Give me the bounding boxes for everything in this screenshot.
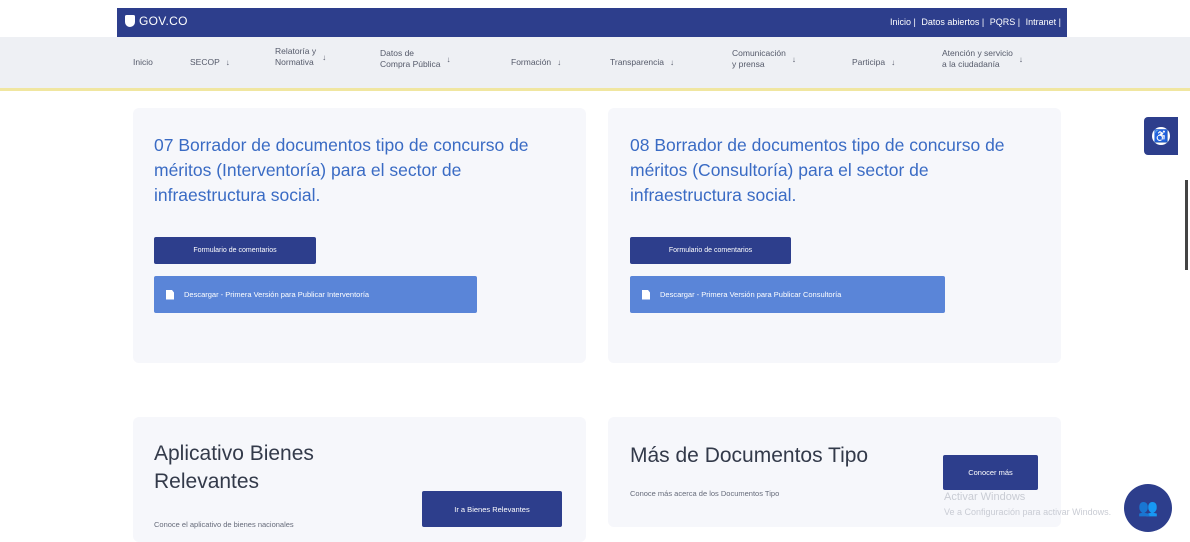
watermark-line1: Activar Windows — [944, 491, 1026, 503]
section-text: Conoce más acerca de los Documentos Tipo — [630, 489, 780, 498]
bienes-relevantes-button[interactable]: Ir a Bienes Relevantes — [422, 491, 562, 527]
nav-item-participa[interactable]: Participa ↓ — [852, 57, 895, 68]
nav-item-label: Atención y servicio a la ciudadanía — [942, 48, 1013, 69]
nav-item-datos-compra[interactable]: Datos de Compra Pública ↓ — [380, 48, 450, 70]
download-button-label: Descargar - Primera Versión para Publica… — [184, 290, 370, 299]
accessibility-button[interactable]: ♿ — [1144, 117, 1178, 155]
nav-item-label: Comunicación y prensa — [732, 48, 786, 69]
download-button-label: Descargar - Primera Versión para Publica… — [660, 290, 842, 299]
chevron-down-icon: ↓ — [891, 58, 896, 67]
govco-logo[interactable]: GOV.CO — [125, 14, 188, 28]
nav-item-formacion[interactable]: Formación ↓ — [511, 57, 561, 68]
nav-item-secop[interactable]: SECOP ↓ — [190, 57, 230, 68]
chevron-down-icon: ↓ — [322, 52, 327, 62]
chat-button[interactable]: 👥 — [1124, 484, 1172, 532]
top-link-inicio[interactable]: Inicio | — [890, 17, 916, 27]
people-icon: 👥 — [1138, 500, 1158, 517]
chevron-down-icon: ↓ — [225, 58, 230, 67]
nav-item-label: Transparencia — [610, 57, 665, 67]
document-card-08: 08 Borrador de documentos tipo de concur… — [608, 108, 1061, 363]
card-title[interactable]: 07 Borrador de documentos tipo de concur… — [154, 133, 564, 208]
nav-item-label: Formación — [511, 57, 552, 67]
conocer-mas-button[interactable]: Conocer más — [943, 455, 1038, 490]
section-text: Conoce el aplicativo de bienes nacionale… — [154, 520, 294, 529]
top-link-pqrs[interactable]: PQRS | — [990, 17, 1020, 27]
nav-item-label: Participa — [852, 57, 886, 67]
nav-item-label: Relatoría y Normativa — [275, 46, 317, 67]
top-bar: GOV.CO Inicio | Datos abiertos | PQRS | … — [117, 8, 1067, 37]
section-title: Aplicativo Bienes Relevantes — [154, 442, 314, 493]
chevron-down-icon: ↓ — [670, 58, 675, 67]
document-icon — [642, 289, 650, 300]
chevron-down-icon: ↓ — [446, 54, 451, 64]
nav-item-label: SECOP — [190, 57, 220, 67]
top-links: Inicio | Datos abiertos | PQRS | Intrane… — [887, 17, 1061, 27]
nav-item-atencion[interactable]: Atención y servicio a la ciudadanía ↓ — [942, 48, 1023, 70]
nav-item-label: Inicio — [133, 57, 153, 67]
comment-form-button[interactable]: Formulario de comentarios — [630, 237, 791, 264]
accessibility-icon: ♿ — [1152, 127, 1170, 145]
card-title[interactable]: 08 Borrador de documentos tipo de concur… — [630, 133, 1040, 208]
document-card-07: 07 Borrador de documentos tipo de concur… — [133, 108, 586, 363]
nav-item-relatoria[interactable]: Relatoría y Normativa ↓ — [275, 46, 326, 68]
watermark-line2: Ve a Configuración para activar Windows. — [944, 507, 1112, 517]
scrollbar-thumb[interactable] — [1185, 180, 1188, 270]
top-link-datos-abiertos[interactable]: Datos abiertos | — [921, 17, 984, 27]
top-link-intranet[interactable]: Intranet | — [1026, 17, 1061, 27]
chevron-down-icon: ↓ — [557, 58, 562, 67]
download-button[interactable]: Descargar - Primera Versión para Publica… — [630, 276, 945, 313]
logo-text: GOV.CO — [139, 14, 188, 28]
nav-item-inicio[interactable]: Inicio — [133, 57, 153, 68]
comment-form-button[interactable]: Formulario de comentarios — [154, 237, 316, 264]
download-button[interactable]: Descargar - Primera Versión para Publica… — [154, 276, 477, 313]
nav-item-transparencia[interactable]: Transparencia ↓ — [610, 57, 674, 68]
document-icon — [166, 289, 174, 300]
bienes-relevantes-card: Aplicativo Bienes Relevantes Conoce el a… — [133, 417, 586, 542]
main-nav: Inicio SECOP ↓ Relatoría y Normativa ↓ D… — [0, 37, 1190, 91]
chevron-down-icon: ↓ — [791, 54, 796, 64]
chevron-down-icon: ↓ — [1018, 54, 1023, 64]
section-title: Más de Documentos Tipo — [630, 444, 869, 467]
nav-item-label: Datos de Compra Pública — [380, 48, 441, 69]
nav-item-comunicacion[interactable]: Comunicación y prensa ↓ — [732, 48, 796, 70]
shield-icon — [125, 15, 135, 27]
